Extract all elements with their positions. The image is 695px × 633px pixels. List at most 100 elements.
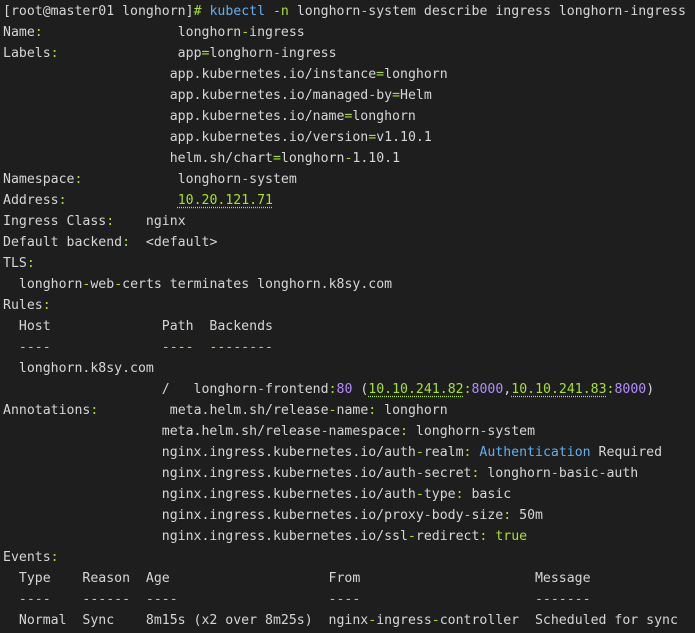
- text-segment: -: [273, 46, 281, 61]
- text-segment: Labels: [3, 46, 51, 61]
- output-line: app.kubernetes.io/name=longhorn: [3, 106, 416, 127]
- output-line: longhorn-web-certs terminates longhorn.k…: [3, 274, 392, 295]
- output-line: nginx.ingress.kubernetes.io/auth-secret:…: [3, 463, 638, 484]
- output-line: app.kubernetes.io/instance=longhorn: [3, 64, 448, 85]
- text-segment: -n: [272, 4, 289, 19]
- text-segment: <default>: [130, 235, 218, 250]
- text-segment: meta.helm.sh/release: [3, 424, 321, 439]
- text-segment: ingress: [376, 613, 432, 628]
- text-segment: ---- ------ ---- ---- -------: [3, 592, 591, 607]
- text-segment: -: [114, 277, 123, 292]
- text-segment: -: [415, 466, 424, 481]
- output-line: Events:: [3, 547, 59, 568]
- text-segment: meta.helm.sh/release: [98, 403, 329, 418]
- output-line: Default backend: <default>: [3, 232, 217, 253]
- text-segment: [67, 193, 178, 208]
- text-segment: Host Path Backends: [3, 319, 273, 334]
- text-segment: ): [646, 382, 655, 397]
- output-line: ---- ------ ---- ---- -------: [3, 589, 591, 610]
- text-segment: :: [463, 382, 472, 397]
- text-segment: auth: [606, 466, 639, 481]
- text-segment: -: [368, 88, 377, 103]
- text-segment: 10.10.241.82: [368, 382, 464, 397]
- text-segment: certs terminates longhorn.k8sy.com: [122, 277, 393, 292]
- text-segment: longhorn: [82, 172, 242, 187]
- text-segment: name: [336, 403, 369, 418]
- text-segment: :: [42, 298, 51, 313]
- text-segment: 1.10.1: [352, 151, 401, 166]
- text-segment: Ingress Class: [3, 214, 107, 229]
- text-segment: 10.10.241.83: [511, 382, 607, 397]
- terminal-window[interactable]: [root@master01 longhorn]# kubectl -n lon…: [0, 0, 695, 633]
- output-line: TLS:: [3, 253, 35, 274]
- text-segment: / longhorn: [3, 382, 258, 397]
- text-segment: longhorn.k8sy.com: [3, 361, 154, 376]
- output-line: Type Reason Age From Message: [3, 568, 591, 589]
- text-segment: Events: [3, 550, 51, 565]
- text-segment: secret: [423, 466, 472, 481]
- text-segment: longhorn: [288, 4, 361, 19]
- output-line: app.kubernetes.io/version=v1.10.1: [3, 127, 432, 148]
- text-segment: nginx: [114, 214, 186, 229]
- text-segment: -: [407, 529, 416, 544]
- text-segment: 50m: [511, 508, 543, 523]
- text-segment: (: [352, 382, 369, 397]
- text-segment: :: [455, 487, 464, 502]
- text-segment: v1.10.1: [376, 130, 432, 145]
- text-segment: nginx.ingress.kubernetes.io/ssl: [3, 529, 408, 544]
- text-segment: namespace: [328, 424, 401, 439]
- text-segment: ingress: [630, 4, 686, 19]
- text-segment: -: [550, 466, 559, 481]
- text-segment: 10.20.121.71: [177, 193, 273, 208]
- text-segment: [265, 4, 273, 19]
- text-segment: app.kubernetes.io/version: [3, 130, 369, 145]
- text-segment: controller Scheduled for sync: [439, 613, 678, 628]
- text-segment: longhorn: [3, 277, 83, 292]
- output-line: longhorn.k8sy.com: [3, 358, 154, 379]
- text-segment: size: [471, 508, 504, 523]
- text-segment: app.kubernetes.io/instance: [3, 67, 377, 82]
- text-segment: ingress: [280, 46, 337, 61]
- text-segment: longhorn: [407, 424, 480, 439]
- output-line: / longhorn-frontend:80 (10.10.241.82:800…: [3, 379, 654, 400]
- text-segment: Type Reason Age From Message: [3, 571, 591, 586]
- text-segment: 80: [336, 382, 353, 397]
- output-line: Annotations: meta.helm.sh/release-name: …: [3, 400, 448, 421]
- text-segment: nginx.ingress.kubernetes.io/auth: [3, 487, 416, 502]
- text-segment: helm.sh/chart: [3, 151, 273, 166]
- text-segment: Annotations: [3, 403, 91, 418]
- text-segment: nginx.ingress.kubernetes.io/auth: [3, 445, 416, 460]
- text-segment: -: [328, 403, 337, 418]
- text-segment: basic: [463, 487, 512, 502]
- text-segment: [root@master01 longhorn]: [3, 4, 194, 19]
- output-line: nginx.ingress.kubernetes.io/proxy-body-s…: [3, 505, 543, 526]
- text-segment: system describe ingress longhorn: [368, 4, 623, 19]
- text-segment: -: [320, 424, 329, 439]
- text-segment: web: [90, 277, 115, 292]
- text-segment: realm: [423, 445, 464, 460]
- text-segment: redirect: [415, 529, 480, 544]
- output-line: Ingress Class: nginx: [3, 211, 186, 232]
- text-segment: type: [423, 487, 456, 502]
- text-segment: -: [423, 508, 432, 523]
- text-segment: nginx.ingress.kubernetes.io/auth: [3, 466, 416, 481]
- text-segment: :: [106, 214, 115, 229]
- text-segment: -: [241, 25, 250, 40]
- output-line: Rules:: [3, 295, 51, 316]
- output-line: Labels: app=longhorn-ingress: [3, 43, 337, 64]
- text-segment: Required: [590, 445, 663, 460]
- text-segment: Rules: [3, 298, 43, 313]
- text-segment: TLS: [3, 256, 27, 271]
- text-segment: basic: [558, 466, 599, 481]
- text-segment: =: [392, 88, 401, 103]
- output-line: Namespace: longhorn-system: [3, 169, 297, 190]
- text-segment: longhorn: [376, 403, 448, 418]
- text-segment: :: [50, 550, 59, 565]
- output-line: nginx.ingress.kubernetes.io/auth-realm: …: [3, 442, 662, 463]
- text-segment: -: [415, 487, 424, 502]
- text-segment: true: [495, 529, 528, 544]
- text-segment: Helm: [400, 88, 432, 103]
- text-segment: longhorn: [352, 109, 416, 124]
- text-segment: longhorn: [384, 67, 448, 82]
- text-segment: :: [58, 193, 67, 208]
